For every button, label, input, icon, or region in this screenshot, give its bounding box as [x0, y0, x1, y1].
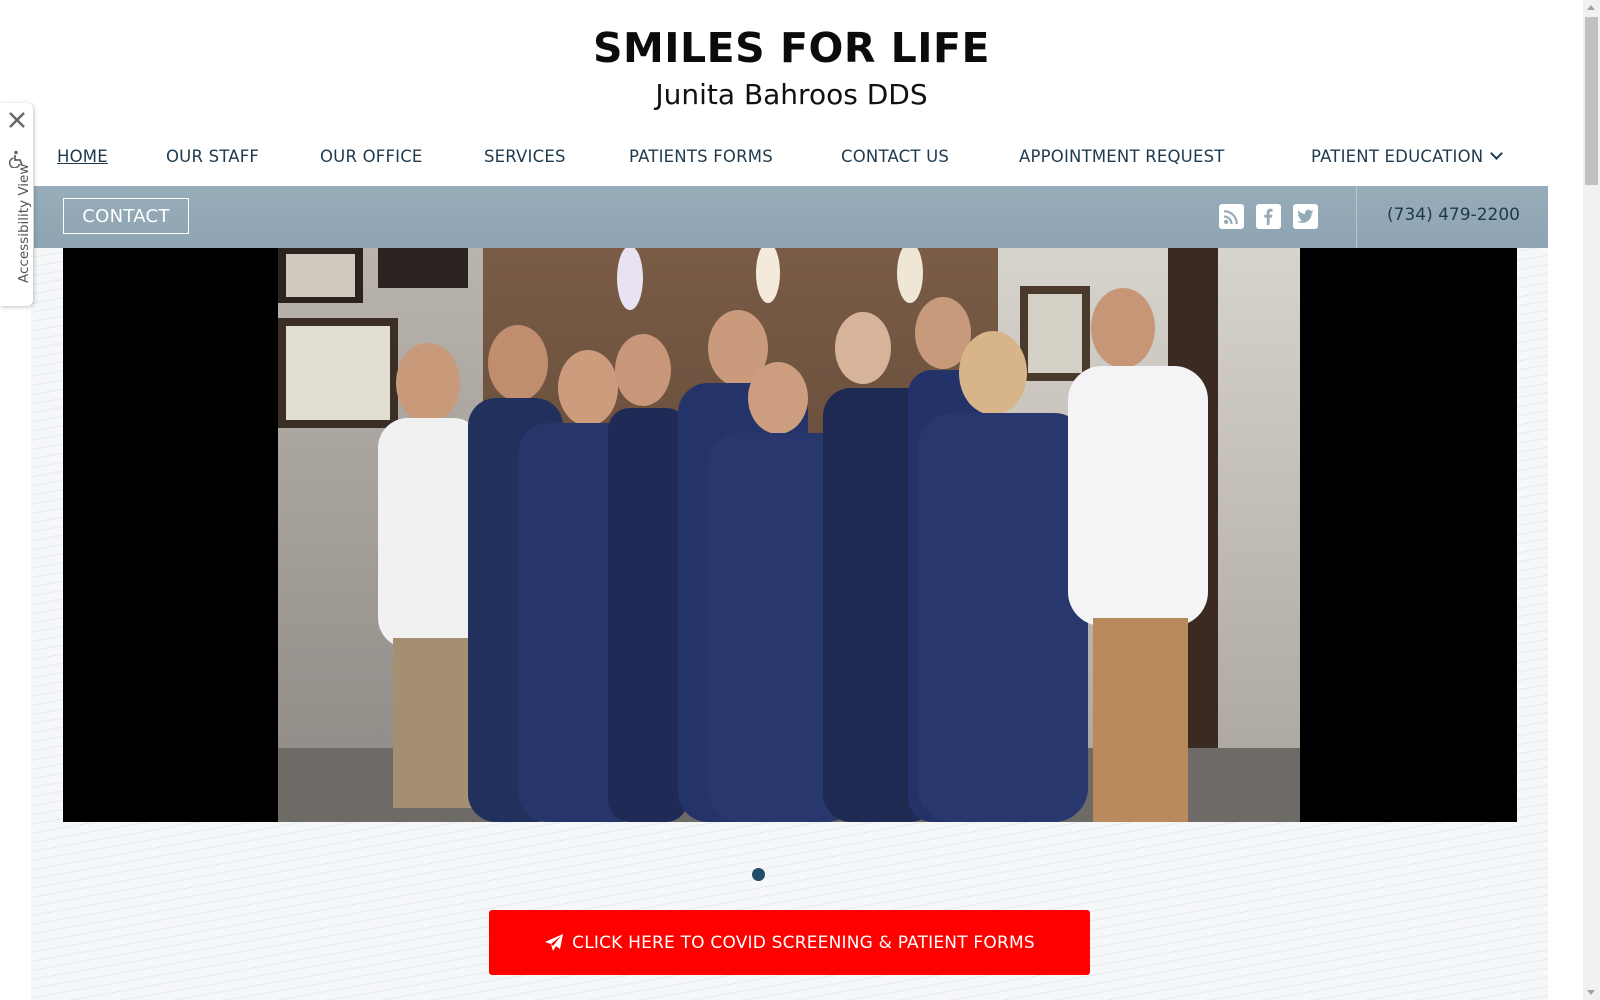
main-navigation: HOME OUR STAFF OUR OFFICE SERVICES PATIE…	[34, 140, 1548, 176]
nav-item-patient-education-label: PATIENT EDUCATION	[1311, 147, 1484, 166]
nav-item-our-office[interactable]: OUR OFFICE	[320, 147, 423, 166]
slider-dot-1[interactable]	[752, 868, 765, 881]
contact-bar-divider	[1356, 186, 1357, 248]
facebook-icon[interactable]	[1256, 204, 1281, 229]
paper-plane-icon	[545, 933, 564, 951]
accessibility-tab[interactable]: Accessibility View	[0, 103, 33, 306]
twitter-icon[interactable]	[1293, 204, 1318, 229]
nav-item-our-staff[interactable]: OUR STAFF	[166, 147, 259, 166]
rss-icon[interactable]	[1219, 204, 1244, 229]
scrollbar-thumb[interactable]	[1585, 17, 1598, 185]
staff-group-photo	[278, 248, 1300, 822]
page-scrollbar[interactable]	[1583, 0, 1600, 1000]
chevron-down-icon	[1490, 147, 1504, 160]
covid-screening-button[interactable]: CLICK HERE TO COVID SCREENING & PATIENT …	[489, 910, 1090, 975]
nav-item-patient-education[interactable]: PATIENT EDUCATION	[1311, 147, 1504, 166]
covid-screening-label: CLICK HERE TO COVID SCREENING & PATIENT …	[572, 932, 1035, 953]
nav-item-services[interactable]: SERVICES	[484, 147, 566, 166]
site-header: SMILES FOR LIFE Junita Bahroos DDS	[0, 0, 1583, 120]
scroll-up-icon[interactable]	[1587, 5, 1595, 10]
hero-slider	[63, 248, 1517, 822]
close-icon[interactable]	[8, 111, 26, 129]
scroll-down-icon[interactable]	[1587, 990, 1595, 995]
contact-bar: CONTACT (734) 479-2200	[34, 186, 1548, 248]
phone-number-link[interactable]: (734) 479-2200	[1387, 205, 1520, 225]
nav-item-appointment-request[interactable]: APPOINTMENT REQUEST	[1019, 147, 1225, 166]
accessibility-view-label[interactable]: Accessibility View	[16, 164, 32, 283]
nav-item-contact-us[interactable]: CONTACT US	[841, 147, 949, 166]
nav-item-patients-forms[interactable]: PATIENTS FORMS	[629, 147, 773, 166]
contact-button[interactable]: CONTACT	[63, 198, 189, 234]
site-title[interactable]: SMILES FOR LIFE	[0, 24, 1583, 72]
site-subtitle: Junita Bahroos DDS	[655, 78, 928, 111]
nav-item-home[interactable]: HOME	[57, 147, 108, 166]
